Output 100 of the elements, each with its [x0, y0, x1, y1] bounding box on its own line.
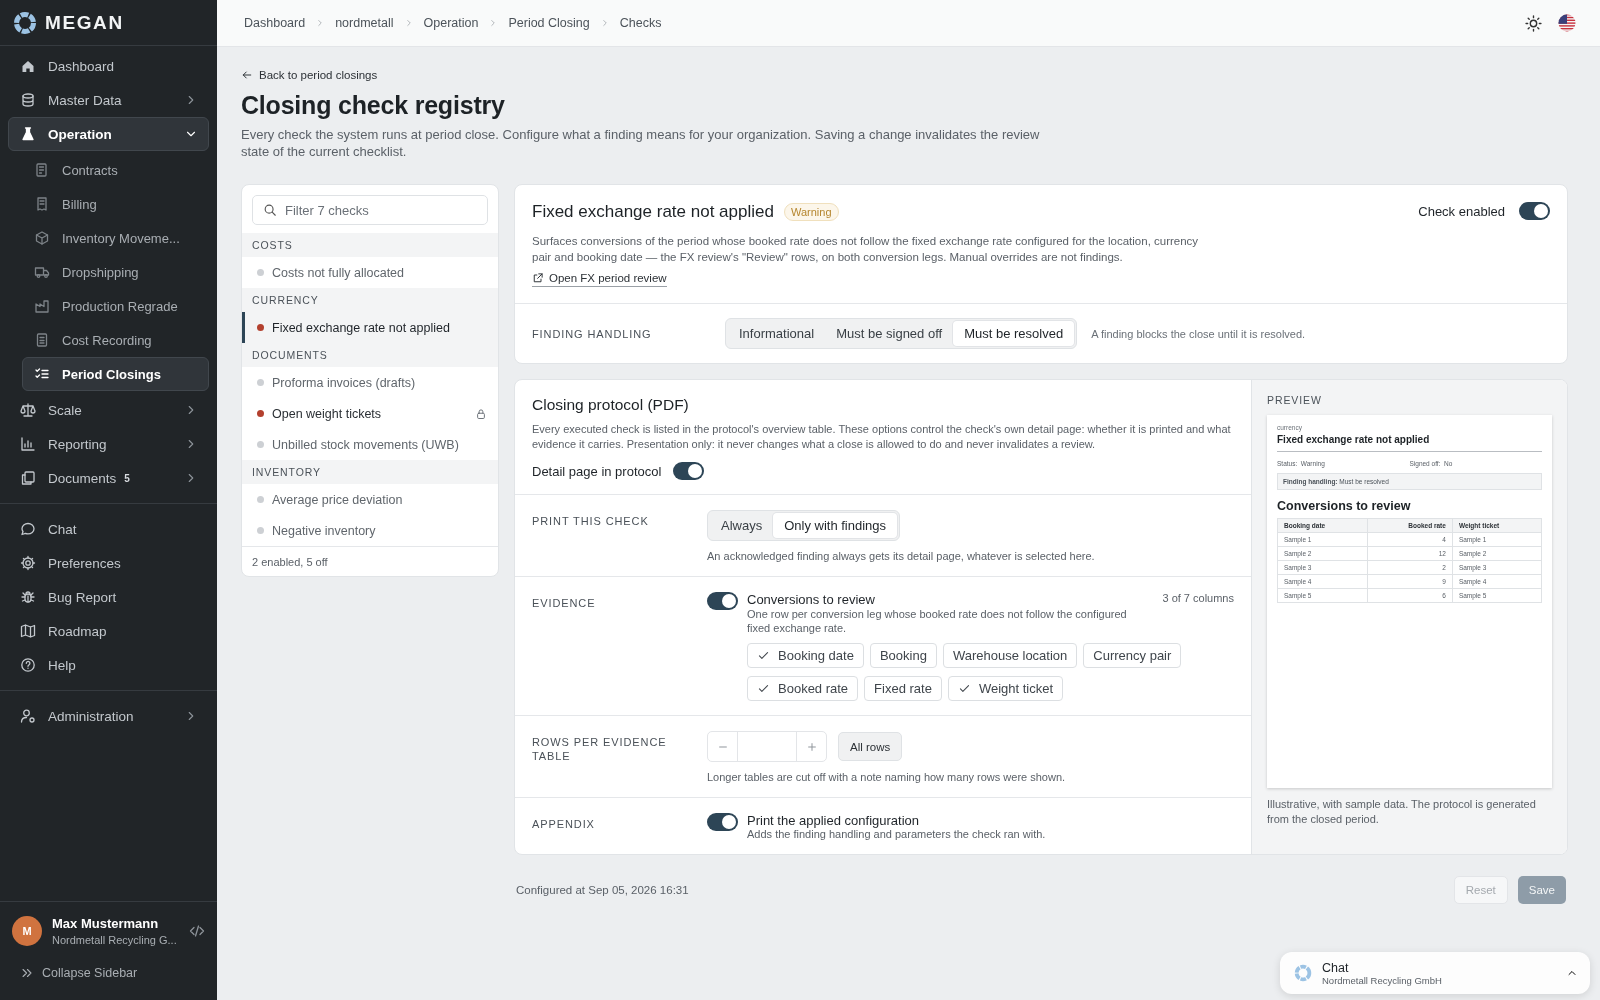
severity-badge: Warning	[783, 203, 839, 221]
nav-item[interactable]: Period Closings	[22, 357, 209, 391]
toggle-switch[interactable]	[673, 462, 705, 480]
column-chip[interactable]: Weight ticket	[947, 676, 1064, 701]
logo-icon	[1294, 964, 1312, 982]
nav-item[interactable]: Administration	[8, 699, 209, 733]
group-header: DOCUMENTS	[242, 343, 498, 367]
ledger-icon	[34, 332, 50, 348]
collapse-sidebar-button[interactable]: Collapse Sidebar	[0, 956, 217, 1000]
organization-name: Nordmetall Recycling G...	[52, 934, 178, 946]
page-title: Closing check registry	[241, 91, 505, 120]
toggle-switch[interactable]	[1519, 202, 1550, 220]
configured-timestamp: Configured at Sep 05, 2026 16:31	[516, 884, 689, 896]
check-item[interactable]: Proforma invoices (drafts)	[242, 367, 498, 398]
nav-item[interactable]: Cost Recording	[22, 323, 209, 357]
nav-item[interactable]: Reporting	[8, 427, 209, 461]
breadcrumb-link[interactable]: Period Closing	[508, 16, 590, 30]
all-rows-button[interactable]: All rows	[838, 732, 903, 761]
breadcrumb-link[interactable]: Dashboard	[244, 16, 306, 30]
preview-note: Illustrative, with sample data. The protocol is generated from the closed period.	[1267, 797, 1537, 827]
hint-text: Longer tables are cut off with a note naming how many rows were shown.	[707, 771, 1067, 783]
section-label: ROWS PER EVIDENCE TABLE	[532, 735, 668, 764]
external-link[interactable]: Open FX period review	[532, 272, 667, 287]
column-chip[interactable]: Currency pair	[1083, 643, 1182, 668]
nav-item[interactable]: Dropshipping	[22, 255, 209, 289]
nav-item[interactable]: Help	[8, 648, 209, 682]
nav-item[interactable]: Production Regrade	[22, 289, 209, 323]
segment-option[interactable]: Always	[710, 513, 774, 538]
nav-item[interactable]: Scale	[8, 393, 209, 427]
column-chip[interactable]: Booking	[869, 643, 937, 668]
help-icon	[20, 657, 36, 673]
doc-title: Fixed exchange rate not applied	[1277, 431, 1542, 452]
check-item[interactable]: Unbilled stock movements (UWB)	[242, 429, 498, 460]
toggle-switch[interactable]	[707, 813, 738, 831]
toggle-label: Detail page in protocol	[532, 463, 662, 479]
group-header: CURRENCY	[242, 288, 498, 312]
document-icon	[34, 162, 50, 178]
back-link[interactable]: Back to period closings	[241, 69, 378, 81]
column-chip[interactable]: Booked rate	[747, 676, 859, 701]
nav-item[interactable]: Roadmap	[8, 614, 209, 648]
flag-icon[interactable]	[1558, 14, 1576, 32]
nav-item[interactable]: Contracts	[22, 153, 209, 187]
column-chip[interactable]: Warehouse location	[942, 643, 1078, 668]
arrow-left-icon	[241, 69, 253, 81]
check-title: Fixed exchange rate not applied	[532, 202, 774, 222]
factory-icon	[34, 298, 50, 314]
check-item[interactable]: Costs not fully allocated	[242, 257, 498, 288]
segment-option[interactable]: Informational	[728, 321, 826, 346]
doc-table-title: Conversions to review	[1277, 499, 1412, 513]
user-gear-icon	[20, 708, 36, 724]
chat-bubble-icon	[20, 521, 36, 537]
hint-text: A finding blocks the close until it is resolved.	[1091, 327, 1307, 340]
nav-item[interactable]: Bug Report	[8, 580, 209, 614]
nav-item[interactable]: Inventory Moveme...	[22, 221, 209, 255]
column-chip[interactable]: Booking date	[747, 643, 864, 668]
breadcrumb-link[interactable]: nordmetall	[335, 16, 394, 30]
chat-widget[interactable]: Chat Nordmetall Recycling GmbH	[1280, 952, 1590, 994]
segment-option[interactable]: Only with findings	[773, 513, 898, 538]
external-link-icon	[532, 272, 544, 284]
search-icon	[263, 203, 277, 217]
code-icon	[189, 923, 205, 939]
bug-icon	[20, 589, 36, 605]
nav-item[interactable]: Operation	[8, 117, 209, 151]
user-name: Max Mustermann	[52, 916, 160, 931]
chat-title: Chat	[1322, 960, 1350, 975]
check-item[interactable]: Average price deviation	[242, 484, 498, 515]
segment-option[interactable]: Must be resolved	[953, 321, 1075, 346]
nav-item[interactable]: Master Data	[8, 83, 209, 117]
nav-item[interactable]: Chat	[8, 512, 209, 546]
logo-icon	[13, 10, 37, 35]
nav-item[interactable]: Preferences	[8, 546, 209, 580]
truck-icon	[34, 264, 50, 280]
check-icon	[957, 682, 971, 695]
bar-chart-icon	[20, 436, 36, 452]
nav-item[interactable]: Documents 5	[8, 461, 209, 495]
home-icon	[20, 58, 36, 74]
breadcrumb-link[interactable]: Checks	[619, 16, 662, 30]
section-label: PRINT THIS CHECK	[532, 514, 650, 529]
segment-option[interactable]: Must be signed off	[825, 321, 954, 346]
number-input[interactable]	[737, 732, 797, 761]
evidence-title: Conversions to review	[747, 592, 876, 607]
filter-field[interactable]: Filter 7 checks	[252, 195, 488, 225]
brand-name: MEGAN	[45, 11, 124, 34]
check-icon	[757, 682, 770, 695]
section-title: Closing protocol (PDF)	[532, 396, 689, 414]
group-header: INVENTORY	[242, 460, 498, 484]
filter-input[interactable]: Filter 7 checks	[285, 202, 477, 218]
check-item[interactable]: Negative inventory	[242, 515, 498, 546]
flask-icon	[20, 126, 36, 142]
nav-item[interactable]: Billing	[22, 187, 209, 221]
breadcrumb-link[interactable]: Operation	[423, 16, 479, 30]
column-chip[interactable]: Fixed rate	[864, 676, 942, 701]
check-item[interactable]: Open weight tickets	[242, 398, 498, 429]
toggle-switch[interactable]	[707, 592, 738, 610]
sun-icon	[1525, 14, 1542, 32]
scale-icon	[20, 402, 36, 418]
nav-item[interactable]: Dashboard	[8, 49, 209, 83]
plus-icon	[805, 740, 818, 753]
toggle-label: Check enabled	[1418, 203, 1505, 219]
check-item[interactable]: Fixed exchange rate not applied	[242, 312, 498, 343]
